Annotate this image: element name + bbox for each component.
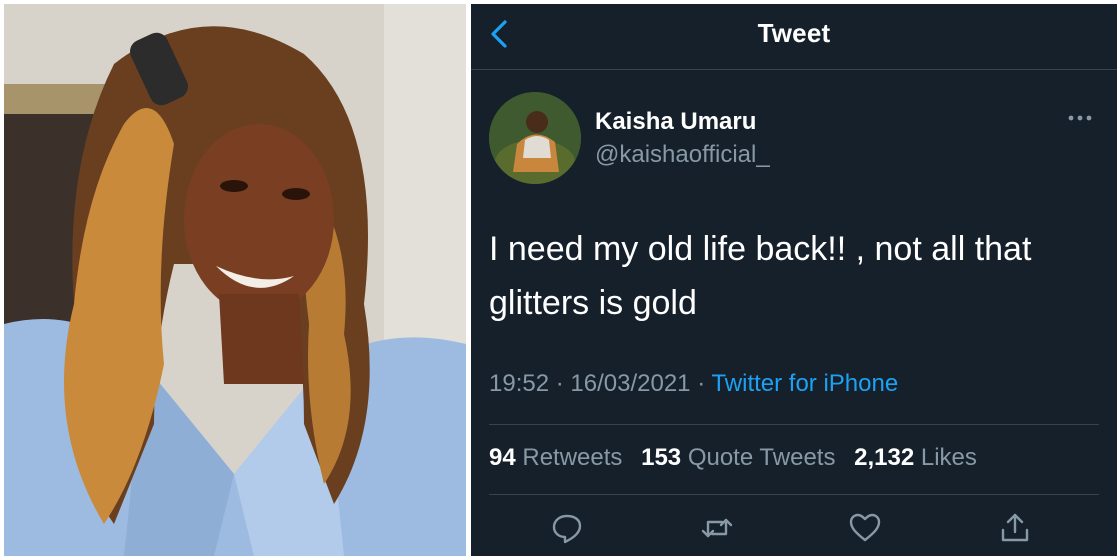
tweet-panel: Tweet Kaisha Umaru @kaishaofficial_ I ne…	[471, 4, 1117, 556]
action-bar	[471, 510, 1117, 554]
meta-separator: ·	[555, 370, 564, 397]
user-handle[interactable]: @kaishaofficial_	[595, 141, 770, 169]
retweets-count: 94	[489, 444, 516, 471]
reply-icon[interactable]	[549, 510, 585, 546]
more-options-icon[interactable]	[1065, 108, 1095, 128]
avatar[interactable]	[489, 92, 581, 184]
tweet-source-link[interactable]: Twitter for iPhone	[711, 370, 898, 397]
quotes-label: Quote Tweets	[687, 444, 836, 471]
tweet-time: 19:52	[489, 370, 550, 397]
retweets-stat[interactable]: 94 Retweets	[489, 444, 622, 471]
likes-stat[interactable]: 2,132 Likes	[854, 444, 977, 471]
profile-photo	[4, 4, 466, 556]
tweet-text-line: glitters is gold	[489, 284, 697, 322]
meta-separator: ·	[697, 370, 706, 397]
display-name[interactable]: Kaisha Umaru	[595, 108, 756, 136]
quotes-count: 153	[641, 444, 682, 471]
divider	[489, 424, 1099, 425]
divider	[489, 494, 1099, 495]
tweet-text-line: I need my old life back!! , not all that	[489, 230, 1032, 268]
share-icon[interactable]	[997, 510, 1033, 546]
likes-label: Likes	[920, 444, 977, 471]
tweet-date: 16/03/2021	[570, 370, 691, 397]
like-icon[interactable]	[847, 510, 883, 546]
quotes-stat[interactable]: 153 Quote Tweets	[641, 444, 835, 471]
photo-illustration	[4, 4, 466, 556]
page-title: Tweet	[757, 18, 831, 48]
tweet-stats: 94 Retweets 153 Quote Tweets 2,132 Likes	[489, 444, 977, 472]
likes-count: 2,132	[854, 444, 915, 471]
retweet-icon[interactable]	[699, 510, 735, 546]
tweet-text: I need my old life back!! , not all that…	[489, 222, 1099, 330]
top-nav: Tweet	[471, 4, 1117, 70]
retweets-label: Retweets	[522, 444, 623, 471]
tweet-meta: 19:52 · 16/03/2021 · Twitter for iPhone	[489, 370, 898, 398]
